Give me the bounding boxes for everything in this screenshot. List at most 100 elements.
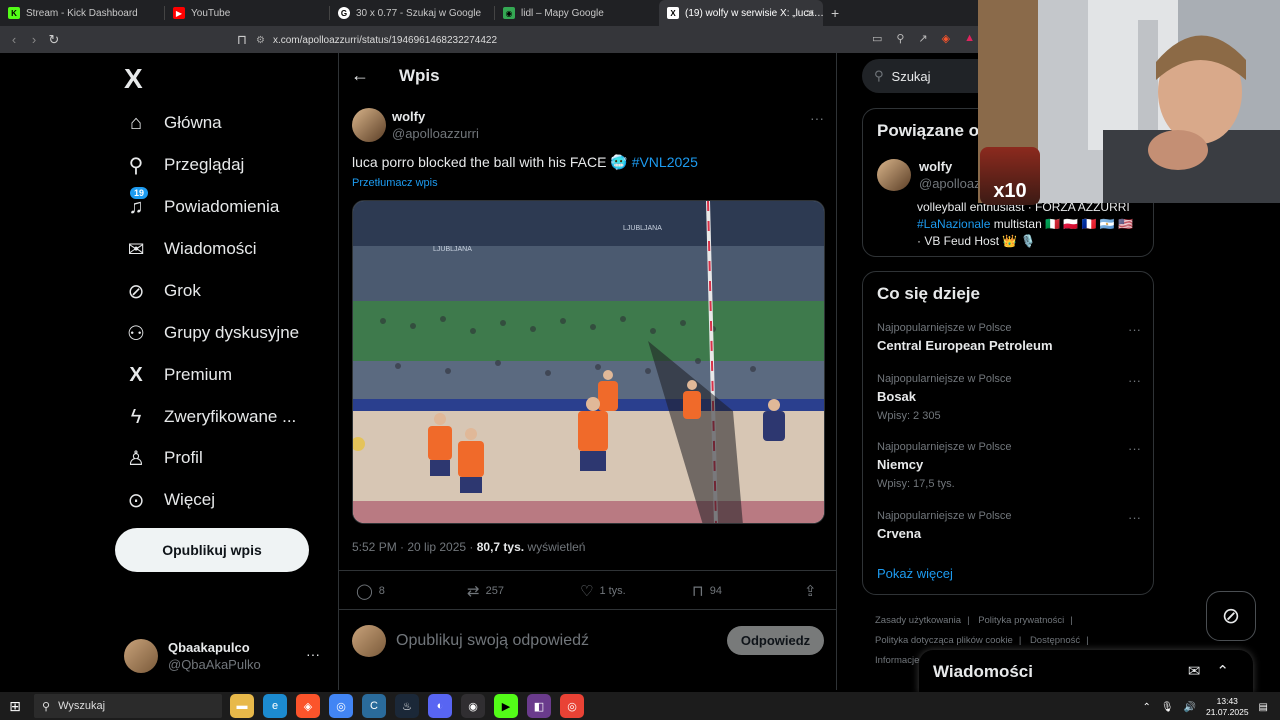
brave-rewards-icon[interactable]: ▲ <box>964 32 975 45</box>
close-tab-icon[interactable]: ✕ <box>806 7 815 20</box>
taskbar-apps: ▬ e ◈ ◎ C ♨ ◐ ◉ ▶ ◧ ◎ <box>230 694 584 718</box>
edge-icon[interactable]: e <box>263 694 287 718</box>
back-icon[interactable]: ‹ <box>4 32 24 47</box>
brave-icon[interactable]: ◈ <box>296 694 320 718</box>
post-button[interactable]: Opublikuj wpis <box>115 528 309 572</box>
microphone-icon[interactable]: 🎙 <box>1161 702 1174 713</box>
account-switcher[interactable]: Qbaakapulco @QbaAkaPulko ··· <box>124 638 324 674</box>
back-arrow-icon[interactable]: ← <box>351 65 375 86</box>
trend-item[interactable]: Najpopularniejsze w Polsce Crvena ··· <box>877 510 1141 541</box>
trend-item[interactable]: Najpopularniejsze w Polsce Niemcy Wpisy:… <box>877 441 1141 490</box>
discord-icon[interactable]: ◐ <box>428 694 452 718</box>
steam-icon[interactable]: ♨ <box>395 694 419 718</box>
tab-x-post[interactable]: X (19) wolfy w serwisie X: „luca… ✕ <box>659 0 823 26</box>
trending-title: Co się dzieje <box>877 284 980 303</box>
trend-more-icon[interactable]: ··· <box>1128 510 1141 525</box>
footer-link[interactable]: Informacje <box>875 655 919 666</box>
bio-hashtag[interactable]: #LaNazionale <box>917 217 990 231</box>
trend-item[interactable]: Najpopularniejsze w Polsce Bosak Wpisy: … <box>877 373 1141 422</box>
tray-chevron-icon[interactable]: ⌃ <box>1142 702 1150 713</box>
tab-google[interactable]: G 30 x 0.77 - Szukaj w Google <box>330 0 494 26</box>
messages-drawer[interactable]: Wiadomości ✉ ⌃ <box>919 650 1253 694</box>
chrome-icon[interactable]: ◎ <box>329 694 353 718</box>
app-green-icon[interactable]: ◧ <box>527 694 551 718</box>
messages-drawer-actions: ✉ ⌃ <box>1188 662 1229 680</box>
chrome-2-icon[interactable]: ◎ <box>560 694 584 718</box>
related-user[interactable]: wolfy @apolloazz <box>877 159 987 191</box>
nav-premium[interactable]: X Premium <box>124 359 232 391</box>
share-icon[interactable]: ↗ <box>918 32 927 45</box>
reply-icon: ◯ <box>356 583 373 600</box>
nav-more[interactable]: ⊙ Więcej <box>124 484 215 516</box>
author-username[interactable]: @apolloazzurri <box>392 126 479 141</box>
translate-link[interactable]: Przetłumacz wpis <box>352 177 438 189</box>
trend-name: Crvena <box>877 526 922 541</box>
site-info-icon[interactable]: ⚙ <box>256 35 265 46</box>
tab-kick[interactable]: K Stream - Kick Dashboard <box>0 0 164 26</box>
brave-shield-icon[interactable]: ◈ <box>942 32 950 45</box>
grok-icon: ⊘ <box>1221 603 1241 628</box>
grok-button[interactable]: ⊘ <box>1206 591 1256 641</box>
notification-badge: 19 <box>130 187 149 199</box>
trend-more-icon[interactable]: ··· <box>1128 373 1141 388</box>
volume-icon[interactable]: 🔊 <box>1184 702 1196 713</box>
nav-grok[interactable]: ⊘ Grok <box>124 275 201 307</box>
trend-item[interactable]: Najpopularniejsze w Polsce Central Europ… <box>877 322 1141 353</box>
account-more-icon[interactable]: ··· <box>306 646 320 662</box>
trend-more-icon[interactable]: ··· <box>1128 441 1141 456</box>
footer-link[interactable]: Polityka prywatności <box>978 615 1064 626</box>
kick-app-icon[interactable]: ▶ <box>494 694 518 718</box>
app-c-icon[interactable]: C <box>362 694 386 718</box>
nav-communities[interactable]: ⚇ Grupy dyskusyjne <box>124 317 299 349</box>
nav-notifications[interactable]: ♫ 19 Powiadomienia <box>124 187 279 223</box>
reply-input[interactable]: Opublikuj swoją odpowiedź <box>396 632 589 650</box>
share-action[interactable]: ⇪ <box>804 582 823 600</box>
post-author: wolfy @apolloazzurri ··· <box>352 108 824 142</box>
post-more-icon[interactable]: ··· <box>810 110 824 126</box>
new-tab-icon[interactable]: + <box>831 5 839 21</box>
repost-action[interactable]: ⇄ 257 <box>467 582 504 600</box>
bookmark-action[interactable]: ⊓ 94 <box>692 582 722 600</box>
nav-profile[interactable]: ♙ Profil <box>124 442 203 474</box>
zoom-icon[interactable]: ⚲ <box>896 32 904 45</box>
nav-messages[interactable]: ✉ Wiadomości <box>124 233 257 265</box>
expand-icon[interactable]: ⌃ <box>1216 662 1229 680</box>
nav-verified-orgs[interactable]: ϟ Zweryfikowane ... <box>124 401 297 433</box>
file-explorer-icon[interactable]: ▬ <box>230 694 254 718</box>
author-display-name[interactable]: wolfy <box>392 109 479 124</box>
reload-icon[interactable]: ↻ <box>44 32 64 48</box>
tab-youtube[interactable]: ▶ YouTube <box>165 0 329 26</box>
obs-icon[interactable]: ◉ <box>461 694 485 718</box>
reply-action[interactable]: ◯ 8 <box>356 582 385 600</box>
footer-link[interactable]: Polityka dotycząca plików cookie <box>875 635 1013 646</box>
like-action[interactable]: ♡ 1 tys. <box>580 582 626 600</box>
avatar[interactable] <box>352 108 386 142</box>
footer-link[interactable]: Zasady użytkowania <box>875 615 961 626</box>
post-video[interactable]: LJUBLJANA LJUBLJANA <box>352 200 825 524</box>
url-text: x.com/apolloazzurri/status/1946961468232… <box>272 34 498 46</box>
footer-link[interactable]: Dostępność <box>1030 635 1080 646</box>
show-more-link[interactable]: Pokaż więcej <box>877 566 953 581</box>
notifications-icon[interactable]: ▤ <box>1259 702 1268 713</box>
nav-home[interactable]: ⌂ Główna <box>124 107 222 139</box>
new-message-icon[interactable]: ✉ <box>1188 662 1201 680</box>
x-logo-icon[interactable]: X <box>124 63 143 95</box>
forward-icon[interactable]: › <box>24 32 44 47</box>
bookmark-page-icon[interactable]: ⊓ <box>232 32 252 48</box>
tab-maps[interactable]: ◉ lidl – Mapy Google <box>495 0 659 26</box>
avatar <box>124 639 158 673</box>
reply-button[interactable]: Odpowiedz <box>727 626 824 655</box>
clock[interactable]: 13:43 21.07.2025 <box>1206 696 1249 718</box>
trend-post-count: Wpisy: 17,5 tys. <box>877 478 955 490</box>
hashtag-link[interactable]: #VNL2025 <box>632 154 698 170</box>
taskbar-search[interactable]: ⚲ Wyszukaj <box>34 694 222 718</box>
tab-title: (19) wolfy w serwisie X: „luca… <box>685 7 823 19</box>
url-field[interactable]: ⚙ x.com/apolloazzurri/status/194696146823… <box>256 30 976 50</box>
account-names: Qbaakapulco @QbaAkaPulko <box>168 640 261 672</box>
windows-start-icon[interactable]: ⊞ <box>0 698 30 715</box>
post-time[interactable]: 5:52 PM · 20 lip 2025 · <box>352 540 477 554</box>
nav-explore[interactable]: ⚲ Przeglądaj <box>124 149 245 181</box>
trend-more-icon[interactable]: ··· <box>1128 322 1141 337</box>
views-count: 80,7 tys. <box>476 540 525 554</box>
cast-icon[interactable]: ▭ <box>872 32 882 45</box>
